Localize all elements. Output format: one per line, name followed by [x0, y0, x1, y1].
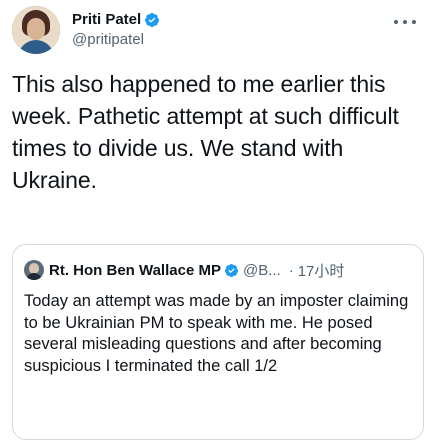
more-horizontal-icon[interactable] [394, 14, 416, 30]
tweet-text: This also happened to me earlier this we… [12, 71, 399, 193]
quoted-tweet[interactable]: Rt. Hon Ben Wallace MP @B... · 17小时 Toda… [12, 244, 424, 440]
quoted-tweet-header: Rt. Hon Ben Wallace MP @B... · 17小时 [24, 260, 414, 280]
author-avatar[interactable] [12, 6, 60, 54]
quoted-author-avatar [24, 260, 44, 280]
quoted-author-display-name: Rt. Hon Ben Wallace MP [49, 261, 221, 279]
tweet-header: Priti Patel @pritipatel [12, 6, 424, 56]
verified-badge-icon [224, 263, 239, 277]
author-name-row: Priti Patel [72, 10, 160, 29]
quoted-tweet-text: Today an attempt was made by an imposter… [24, 292, 409, 375]
quoted-author-handle: @B... [242, 261, 281, 279]
tweet-card[interactable]: Priti Patel @pritipatel This also happen… [0, 0, 436, 448]
author-display-name[interactable]: Priti Patel [72, 10, 141, 29]
author-handle[interactable]: @pritipatel [72, 30, 144, 49]
verified-badge-icon [145, 12, 160, 27]
quoted-tweet-time[interactable]: 17小时 [298, 260, 345, 281]
separator-dot: · [288, 261, 294, 279]
